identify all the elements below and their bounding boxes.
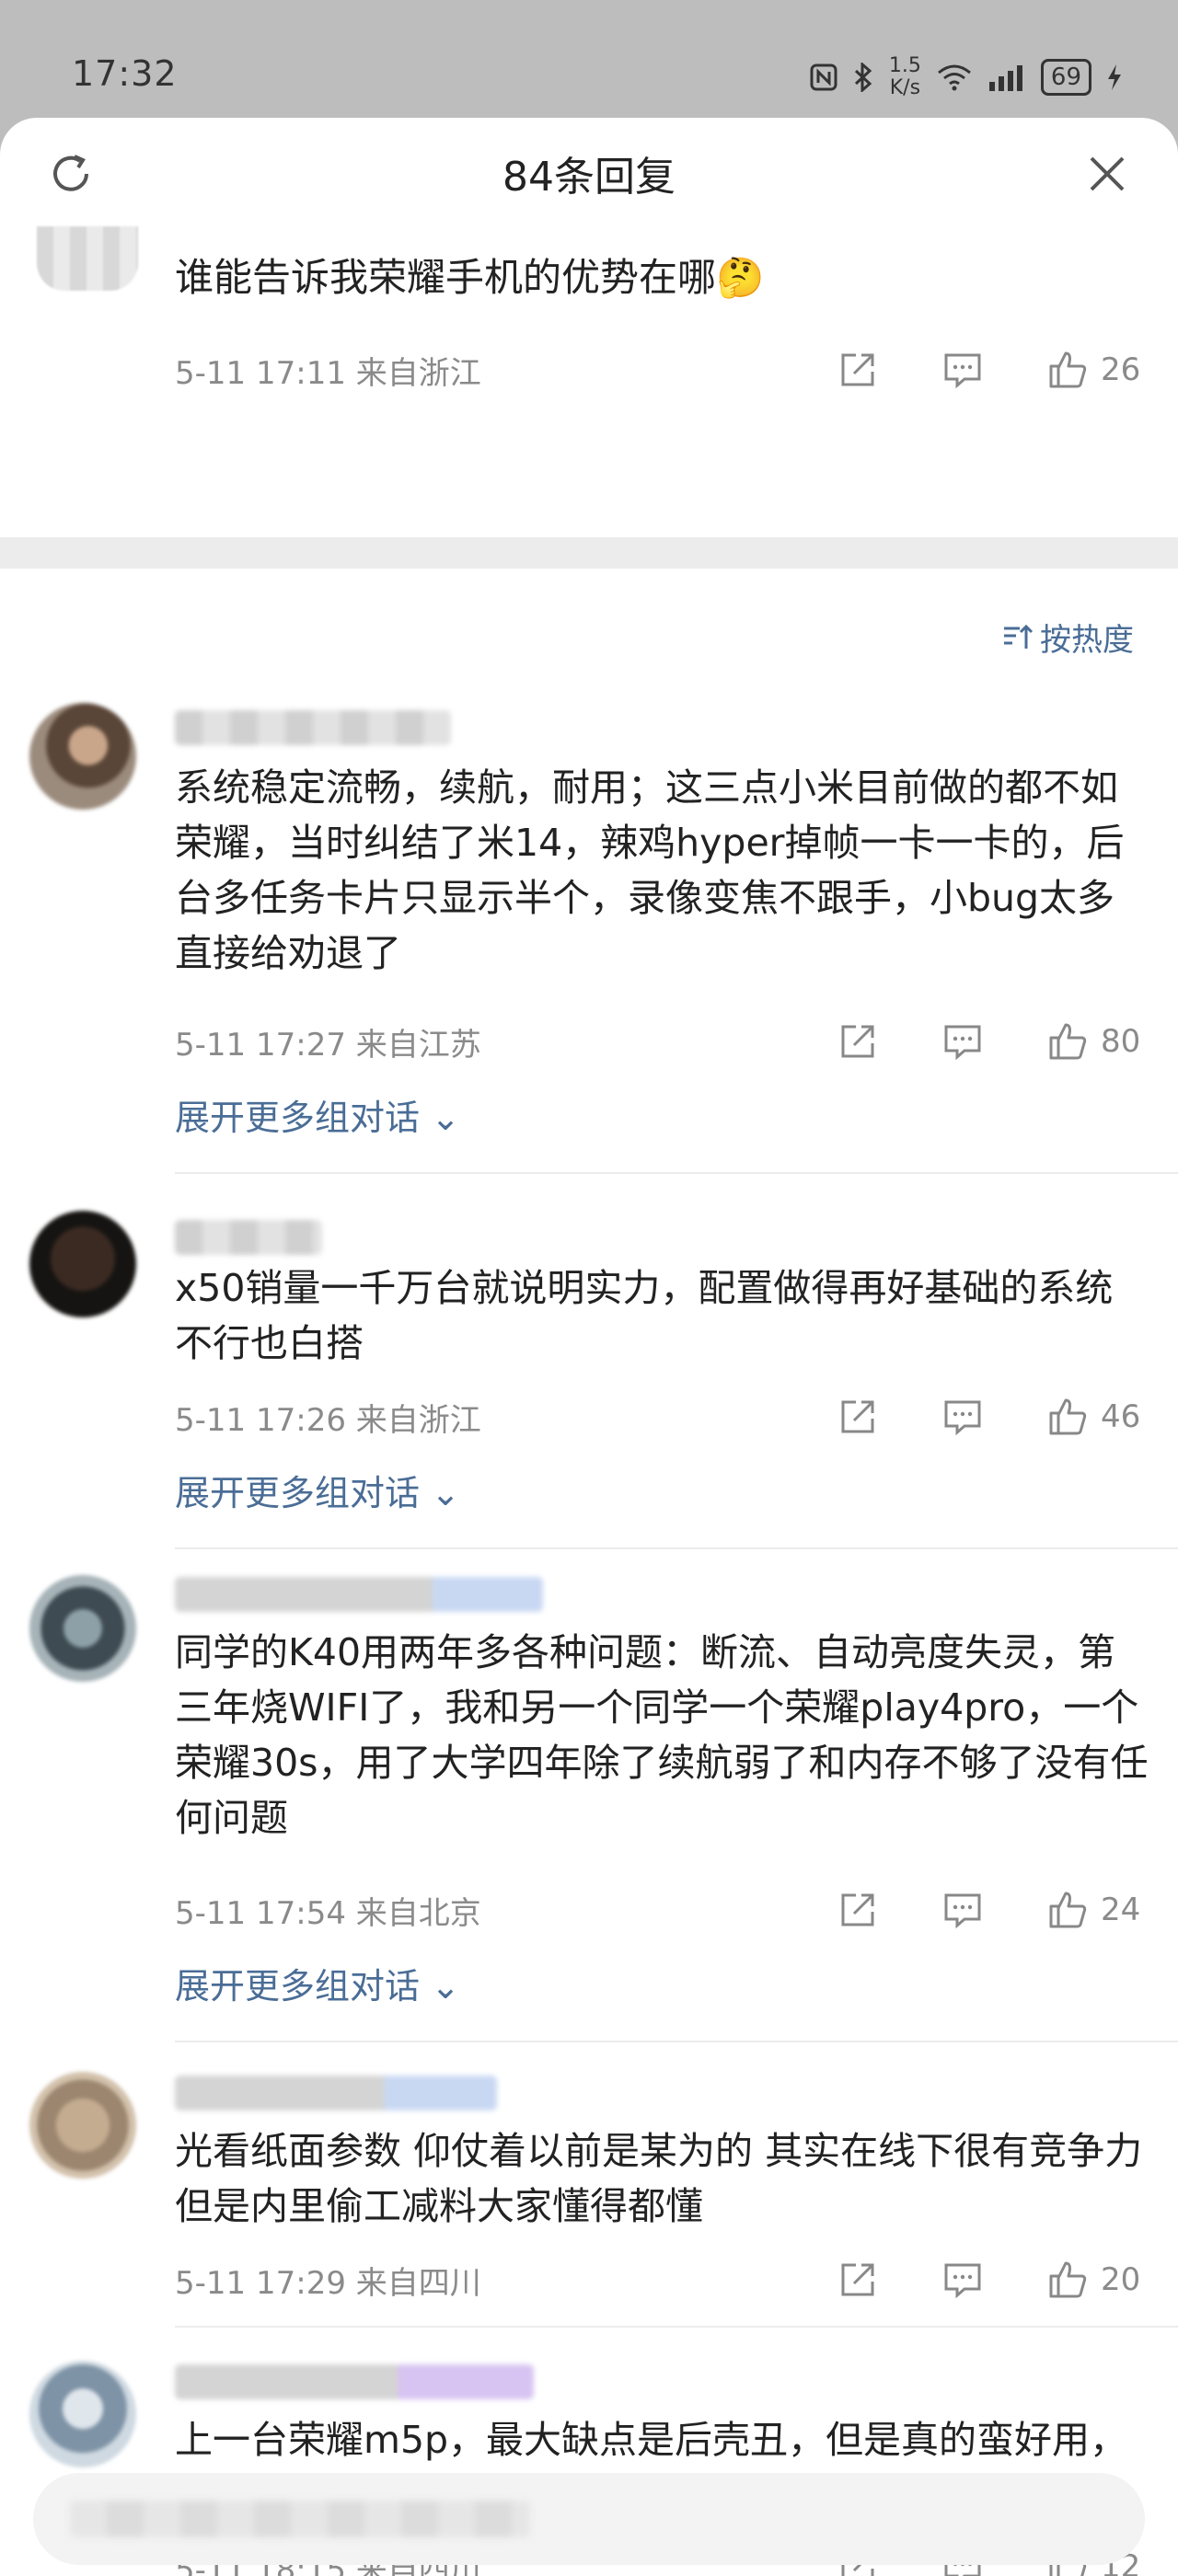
avatar[interactable] xyxy=(29,1575,136,1682)
comment-icon[interactable] xyxy=(941,2258,985,2302)
comment-meta-row: 5-11 17:26 来自浙江 46 xyxy=(175,1389,1141,1444)
repost-icon[interactable] xyxy=(836,1395,880,1439)
username[interactable] xyxy=(175,1577,543,1612)
like-count: 20 xyxy=(1101,2261,1141,2298)
comment-item: 系统稳定流畅，续航，耐用；这三点小米目前做的都不如荣耀，当时纠结了米14，辣鸡h… xyxy=(0,578,1178,1176)
root-comment: 谁能告诉我荣耀手机的优势在哪🤔 5-11 17:11 来自浙江 26 xyxy=(0,226,1178,537)
like-icon[interactable] xyxy=(1045,1019,1090,1064)
wifi-icon xyxy=(936,63,973,91)
close-icon[interactable] xyxy=(1082,149,1132,199)
comment-icon[interactable] xyxy=(941,1888,985,1932)
divider xyxy=(175,2326,1178,2328)
like-icon[interactable] xyxy=(1045,2258,1090,2302)
replies-sheet: 84条回复 谁能告诉我荣耀手机的优势在哪🤔 5-11 17:11 来自浙江 26… xyxy=(0,118,1178,2576)
comment-text: 光看纸面参数 仰仗着以前是某为的 其实在线下很有竞争力 但是内里偷工减料大家懂得… xyxy=(175,2129,1143,2228)
comment-actions: 24 xyxy=(775,1882,1141,1938)
comment-icon[interactable] xyxy=(941,1395,985,1439)
nfc-icon xyxy=(810,63,837,91)
username[interactable] xyxy=(175,1220,322,1255)
comment-meta-row: 5-11 17:54 来自北京 24 xyxy=(175,1882,1141,1938)
repost-icon[interactable] xyxy=(836,1019,880,1064)
like-count: 24 xyxy=(1101,1892,1141,1928)
comment-icon[interactable] xyxy=(941,348,985,392)
comment-text: 谁能告诉我荣耀手机的优势在哪🤔 xyxy=(175,255,765,300)
like-count: 46 xyxy=(1101,1398,1141,1435)
like-count: 26 xyxy=(1101,351,1141,388)
reply-input[interactable] xyxy=(33,2473,1145,2565)
sheet-header: 84条回复 xyxy=(0,118,1178,226)
comment-actions: 46 xyxy=(775,1389,1141,1444)
repost-icon[interactable] xyxy=(836,1888,880,1932)
avatar[interactable] xyxy=(29,703,136,810)
divider xyxy=(175,1547,1178,1549)
avatar[interactable] xyxy=(29,1211,136,1317)
comment-meta: 5-11 17:27 来自江苏 xyxy=(175,1026,481,1064)
username[interactable] xyxy=(175,2076,497,2110)
sheet-title: 84条回复 xyxy=(502,154,676,201)
repost-icon[interactable] xyxy=(836,348,880,392)
comment-text: 系统稳定流畅，续航，耐用；这三点小米目前做的都不如荣耀，当时纠结了米14，辣鸡h… xyxy=(175,765,1125,975)
comment-item: 光看纸面参数 仰仗着以前是某为的 其实在线下很有竞争力 但是内里偷工减料大家懂得… xyxy=(0,2044,1178,2329)
comment-icon[interactable] xyxy=(941,1019,985,1064)
avatar[interactable] xyxy=(29,2072,136,2179)
comment-meta-row: 5-11 17:11 来自浙江 26 xyxy=(175,342,1141,397)
expand-replies-link[interactable]: 展开更多组对话 ⌄ xyxy=(175,1958,460,2008)
comment-text: 同学的K40用两年多各种问题：断流、自动亮度失灵，第三年烧WIFI了，我和另一个… xyxy=(175,1630,1149,1840)
input-placeholder xyxy=(70,2501,530,2537)
network-speed: 1.5 K/s xyxy=(888,54,921,99)
comment-item: 同学的K40用两年多各种问题：断流、自动亮度失灵，第三年烧WIFI了，我和另一个… xyxy=(0,1551,1178,2044)
section-divider xyxy=(0,537,1178,569)
comment-meta: 5-11 17:11 来自浙江 xyxy=(175,354,481,392)
comment-actions: 26 xyxy=(775,342,1141,397)
divider xyxy=(175,2041,1178,2042)
comment-meta-row: 5-11 17:29 来自四川 20 xyxy=(175,2252,1141,2307)
bluetooth-icon xyxy=(852,63,874,92)
expand-replies-link[interactable]: 展开更多组对话 ⌄ xyxy=(175,1465,460,1515)
avatar[interactable] xyxy=(29,2361,136,2467)
clock: 17:32 xyxy=(72,53,178,94)
expand-replies-link[interactable]: 展开更多组对话 ⌄ xyxy=(175,1089,460,1140)
status-icons: 1.5 K/s 69 xyxy=(810,55,1123,99)
signal-icon xyxy=(987,63,1026,91)
chevron-down-icon: ⌄ xyxy=(420,1473,460,1513)
repost-icon[interactable] xyxy=(836,2258,880,2302)
comment-actions: 20 xyxy=(775,2252,1141,2307)
divider xyxy=(175,1172,1178,1174)
like-icon[interactable] xyxy=(1045,348,1090,392)
comment-actions: 80 xyxy=(775,1014,1141,1069)
comment-text: x50销量一千万台就说明实力，配置做得再好基础的系统不行也白搭 xyxy=(175,1266,1114,1365)
avatar[interactable] xyxy=(37,226,138,291)
chevron-down-icon: ⌄ xyxy=(420,1098,460,1138)
charging-icon xyxy=(1106,63,1123,91)
comment-meta: 5-11 17:26 来自浙江 xyxy=(175,1401,481,1439)
username[interactable] xyxy=(175,2364,534,2399)
comment-meta-row: 5-11 17:27 来自江苏 80 xyxy=(175,1014,1141,1069)
like-icon[interactable] xyxy=(1045,1395,1090,1439)
username[interactable] xyxy=(175,710,451,745)
battery-icon: 69 xyxy=(1040,59,1091,96)
status-bar: 17:32 1.5 K/s 69 xyxy=(0,0,1178,120)
chevron-down-icon: ⌄ xyxy=(420,1966,460,2007)
comment-item: x50销量一千万台就说明实力，配置做得再好基础的系统不行也白搭 5-11 17:… xyxy=(0,1176,1178,1551)
comment-meta: 5-11 17:54 来自北京 xyxy=(175,1894,481,1932)
comment-meta: 5-11 17:29 来自四川 xyxy=(175,2264,481,2302)
like-icon[interactable] xyxy=(1045,1888,1090,1932)
like-count: 80 xyxy=(1101,1023,1141,1060)
